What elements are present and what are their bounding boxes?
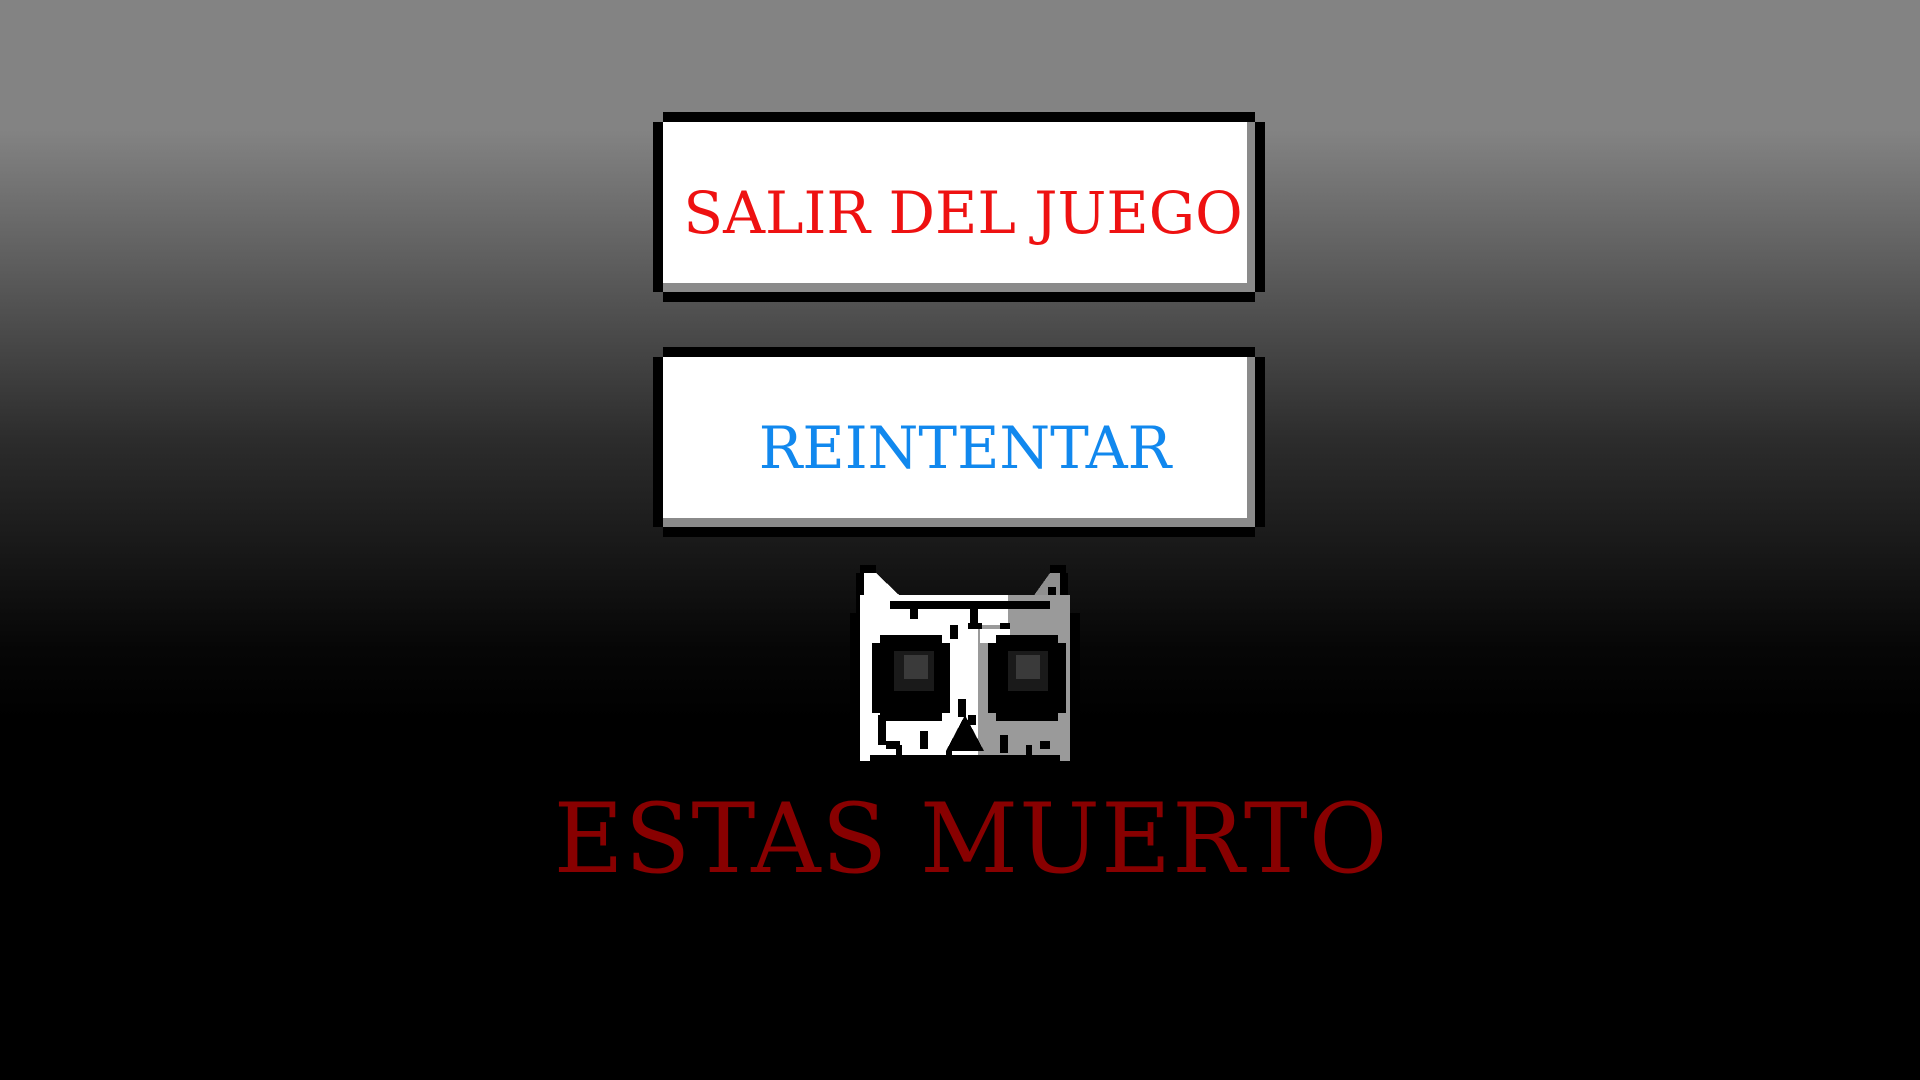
skull-icon: [850, 565, 1080, 771]
game-over-screen: { "menu": { "quit_label": "SALIR DEL JUE…: [0, 0, 1920, 1080]
retry-label: REINTENTAR: [758, 414, 1172, 482]
retry-button[interactable]: REINTENTAR: [653, 347, 1265, 537]
game-over-title: ESTAS MUERTO: [553, 783, 1389, 895]
quit-game-label: SALIR DEL JUEGO: [683, 179, 1243, 247]
quit-game-button[interactable]: SALIR DEL JUEGO: [653, 112, 1265, 302]
